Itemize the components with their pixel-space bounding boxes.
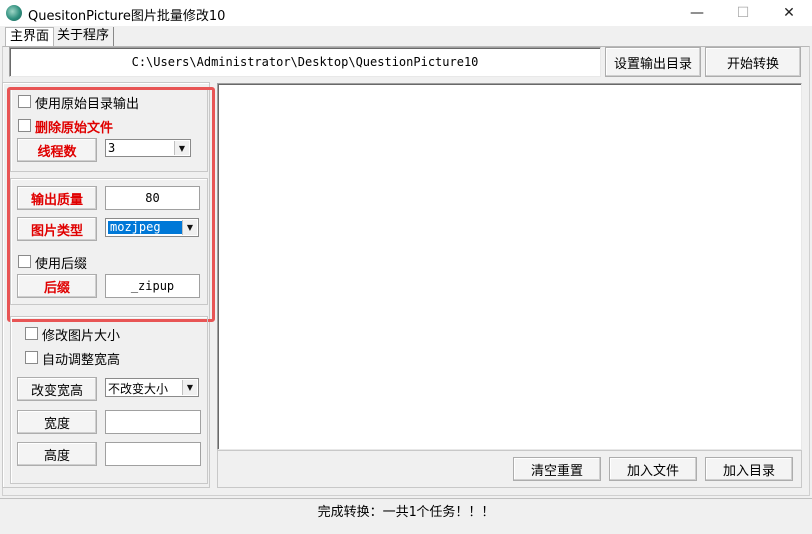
auto-adjust-checkbox[interactable] <box>25 351 38 364</box>
height-button[interactable]: 高度 <box>17 442 97 466</box>
clear-reset-button[interactable]: 清空重置 <box>513 457 601 481</box>
height-input[interactable] <box>105 442 201 466</box>
maximize-icon: ☐ <box>736 5 750 21</box>
minimize-button[interactable]: — <box>674 0 720 26</box>
add-directory-button[interactable]: 加入目录 <box>705 457 793 481</box>
set-output-dir-button[interactable]: 设置输出目录 <box>605 47 701 77</box>
maximize-button[interactable]: ☐ <box>720 0 766 26</box>
add-file-button[interactable]: 加入文件 <box>609 457 697 481</box>
change-size-select[interactable]: 不改变大小 ▼ <box>105 378 199 397</box>
chevron-down-icon: ▼ <box>182 380 197 395</box>
status-text: 完成转换：一共1个任务！！！ <box>317 505 495 520</box>
highlight-annotation-box <box>7 87 215 322</box>
start-convert-button[interactable]: 开始转换 <box>705 47 801 77</box>
auto-adjust-label: 自动调整宽高 <box>42 353 121 368</box>
output-path-field[interactable]: C:\Users\Administrator\Desktop\QuestionP… <box>9 47 601 77</box>
change-size-button[interactable]: 改变宽高 <box>17 377 97 401</box>
file-list[interactable] <box>217 83 802 450</box>
close-icon: ✕ <box>783 5 795 21</box>
minimize-icon: — <box>690 5 704 21</box>
modify-size-label: 修改图片大小 <box>42 329 121 344</box>
window-title: QuesitonPicture图片批量修改10 <box>28 9 226 24</box>
modify-size-checkbox[interactable] <box>25 327 38 340</box>
tab-main[interactable]: 主界面 <box>5 27 55 47</box>
width-input[interactable] <box>105 410 201 434</box>
app-icon <box>6 5 22 21</box>
tab-about[interactable]: 关于程序 <box>53 27 115 46</box>
close-button[interactable]: ✕ <box>766 0 812 26</box>
change-size-value: 不改变大小 <box>108 382 169 396</box>
width-button[interactable]: 宽度 <box>17 410 97 434</box>
